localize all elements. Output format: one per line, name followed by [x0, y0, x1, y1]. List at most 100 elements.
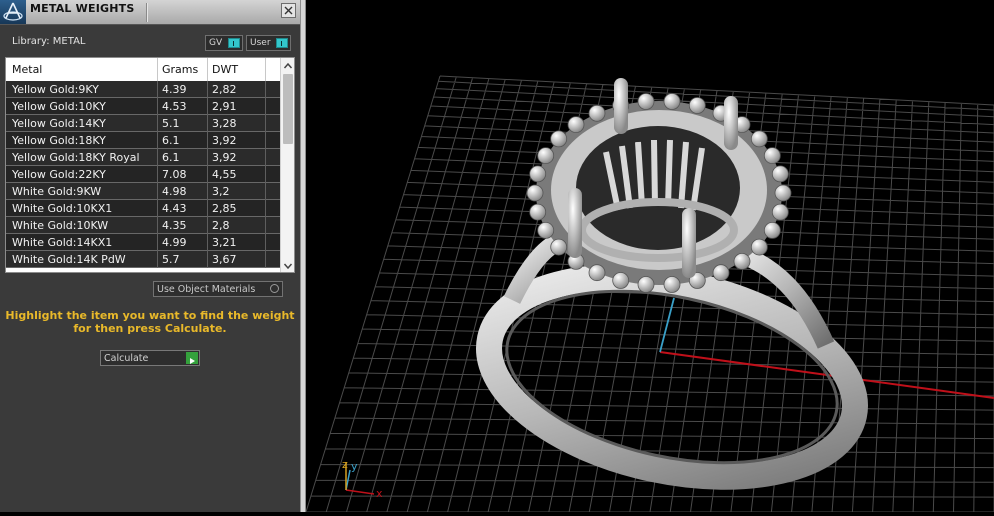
metal-weights-panel: METAL WEIGHTS Library: METAL GV User Met…: [0, 0, 300, 512]
halo-bead: [526, 184, 544, 202]
user-toggle-label: User: [250, 38, 271, 48]
column-divider: [207, 58, 208, 81]
table-row[interactable]: White Gold:14KX1 4.99 3,21: [6, 234, 280, 251]
table-row[interactable]: Yellow Gold:14KY 5.1 3,28: [6, 115, 280, 132]
y-axis-line: [659, 297, 675, 353]
halo-bead: [550, 238, 568, 256]
use-object-materials-option[interactable]: Use Object Materials: [153, 281, 283, 297]
halo-bead: [774, 184, 792, 202]
table-row[interactable]: Yellow Gold:9KY 4.39 2,82: [6, 81, 280, 98]
panel-title: METAL WEIGHTS: [30, 2, 135, 15]
gv-toggle-label: GV: [209, 38, 223, 48]
halo-bead: [688, 97, 706, 114]
dwt-value: 4,55: [212, 168, 237, 181]
metal-name: Yellow Gold:9KY: [12, 83, 99, 96]
grams-value: 6.1: [162, 151, 180, 164]
metal-name: White Gold:14KX1: [12, 236, 113, 249]
halo-bead: [663, 93, 681, 110]
3d-viewport[interactable]: x y z: [305, 0, 994, 513]
table-row[interactable]: White Gold:10KW 4.35 2,8: [6, 217, 280, 234]
table-row[interactable]: Yellow Gold:18KY Royal 6.1 3,92: [6, 149, 280, 166]
grams-value: 4.98: [162, 185, 187, 198]
metal-table: Metal Grams DWT Yellow Gold:9KY 4.39 2,82 …: [5, 57, 295, 273]
table-row[interactable]: Yellow Gold:18KY 6.1 3,92: [6, 132, 280, 149]
column-header-grams[interactable]: Grams: [162, 63, 198, 76]
chevron-down-icon: [283, 263, 293, 270]
scroll-up-button[interactable]: [281, 58, 294, 72]
gv-toggle[interactable]: GV: [205, 35, 243, 51]
halo-bead: [712, 264, 730, 282]
close-icon: [284, 6, 293, 15]
halo-bead: [588, 104, 606, 122]
metal-name: Yellow Gold:14KY: [12, 117, 106, 130]
calculate-label: Calculate: [104, 353, 149, 364]
metal-name: Yellow Gold:10KY: [12, 100, 106, 113]
instruction-text: Highlight the item you want to find the …: [0, 309, 300, 335]
axis-z-label: z: [342, 458, 348, 471]
grams-value: 7.08: [162, 168, 187, 181]
title-separator: [146, 3, 147, 22]
table-row[interactable]: Yellow Gold:10KY 4.53 2,91: [6, 98, 280, 115]
column-header-metal[interactable]: Metal: [12, 63, 42, 76]
halo-bead: [637, 276, 655, 293]
halo-bead: [663, 276, 681, 293]
dwt-value: 3,92: [212, 151, 237, 164]
halo-bead: [537, 221, 555, 239]
dwt-value: 2,85: [212, 202, 237, 215]
halo-bead: [550, 130, 568, 148]
grams-value: 4.53: [162, 100, 187, 113]
metal-name: White Gold:14K PdW: [12, 253, 126, 266]
halo-bead: [637, 93, 655, 110]
column-header-dwt[interactable]: DWT: [212, 63, 238, 76]
panel-titlebar[interactable]: METAL WEIGHTS: [0, 0, 300, 25]
ring-model: [476, 78, 868, 490]
close-button[interactable]: [281, 3, 296, 18]
halo-bead: [733, 252, 751, 270]
halo-bead: [763, 221, 781, 239]
dwt-value: 2,82: [212, 83, 237, 96]
halo-bead: [588, 264, 606, 282]
halo-bead: [529, 165, 547, 183]
axis-x-label: x: [376, 487, 383, 500]
scroll-thumb[interactable]: [283, 74, 293, 144]
halo-bead: [750, 238, 768, 256]
metal-name: White Gold:10KX1: [12, 202, 113, 215]
calculate-button[interactable]: Calculate: [100, 350, 200, 366]
metal-name: Yellow Gold:18KY Royal: [12, 151, 140, 164]
table-row[interactable]: White Gold:14K PdW 5.7 3,67: [6, 251, 280, 268]
grams-value: 5.7: [162, 253, 180, 266]
halo-bead: [537, 147, 555, 165]
library-label: Library: METAL: [12, 36, 86, 47]
toggle-switch-icon: [276, 38, 288, 48]
axis-y-label: y: [351, 460, 358, 473]
chevron-up-icon: [283, 62, 293, 69]
grams-value: 4.39: [162, 83, 187, 96]
halo-bead: [763, 147, 781, 165]
table-header: Metal Grams DWT: [6, 58, 280, 82]
grams-value: 6.1: [162, 134, 180, 147]
user-toggle[interactable]: User: [246, 35, 291, 51]
table-row[interactable]: White Gold:9KW 4.98 3,2: [6, 183, 280, 200]
dwt-value: 3,92: [212, 134, 237, 147]
halo-bead: [612, 272, 630, 289]
dwt-value: 3,28: [212, 117, 237, 130]
halo-bead: [567, 116, 585, 133]
dwt-value: 3,2: [212, 185, 230, 198]
metal-name: White Gold:9KW: [12, 185, 102, 198]
play-arrow-icon: [186, 352, 198, 364]
dwt-value: 2,8: [212, 219, 230, 232]
halo-bead: [771, 203, 789, 221]
viewport-canvas: x y z: [305, 75, 994, 513]
grams-value: 4.99: [162, 236, 187, 249]
metal-name: White Gold:10KW: [12, 219, 109, 232]
dwt-value: 3,21: [212, 236, 237, 249]
scroll-down-button[interactable]: [281, 258, 294, 272]
table-row[interactable]: Yellow Gold:22KY 7.08 4,55: [6, 166, 280, 183]
use-object-materials-label: Use Object Materials: [157, 284, 256, 295]
radio-icon: [270, 284, 279, 293]
halo-bead: [750, 130, 768, 148]
table-scrollbar[interactable]: [280, 58, 294, 272]
grams-value: 5.1: [162, 117, 180, 130]
table-body: Yellow Gold:9KY 4.39 2,82 Yellow Gold:10KY…: [6, 81, 280, 268]
table-row[interactable]: White Gold:10KX1 4.43 2,85: [6, 200, 280, 217]
